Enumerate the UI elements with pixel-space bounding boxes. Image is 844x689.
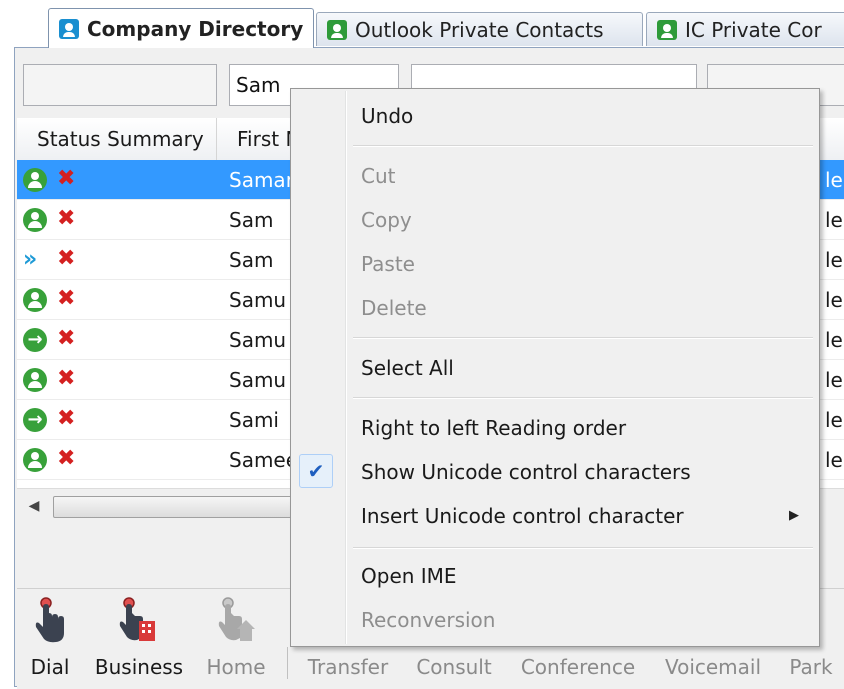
dial-hand-icon	[35, 597, 64, 643]
tab-ic-private-contacts[interactable]: IC Private Cor	[646, 12, 844, 46]
action-label: Consult	[416, 655, 492, 679]
cell-tail: le,	[825, 408, 844, 432]
menu-item-label: Reconversion	[361, 608, 496, 632]
business-button[interactable]: Business	[89, 589, 189, 689]
first-name-cell: Samu	[229, 368, 287, 392]
first-name-cell: Sami	[229, 408, 279, 432]
tab-outlook-private-contacts[interactable]: Outlook Private Contacts	[316, 12, 643, 46]
action-label: Park	[789, 655, 833, 679]
menu-item-undo[interactable]: Undo	[293, 95, 817, 137]
menu-item-label: Show Unicode control characters	[361, 460, 691, 484]
away-status-icon: →	[23, 408, 47, 432]
menu-item-label: Copy	[361, 208, 412, 232]
menu-item-open-ime[interactable]: Open IME	[293, 555, 817, 597]
menu-item-label: Right to left Reading order	[361, 416, 627, 440]
tab-label: Outlook Private Contacts	[355, 17, 604, 42]
first-name-cell: Samee	[229, 448, 299, 472]
toolbar-separator	[287, 647, 288, 679]
menu-separator	[353, 145, 813, 147]
error-x-icon: ✖	[57, 246, 76, 271]
error-x-icon: ✖	[57, 206, 76, 231]
menu-item-reconversion[interactable]: Reconversion	[293, 599, 817, 641]
tab-company-directory[interactable]: Company Directory	[48, 8, 314, 48]
action-label: Conference	[520, 655, 636, 679]
tab-label: IC Private Cor	[685, 17, 822, 42]
menu-item-select-all[interactable]: Select All	[293, 347, 817, 389]
available-status-icon	[23, 208, 47, 232]
submenu-arrow-icon: ▶	[789, 508, 799, 523]
error-x-icon: ✖	[57, 166, 76, 191]
tab-label: Company Directory	[87, 16, 304, 41]
menu-item-label: Undo	[361, 104, 414, 128]
error-x-icon: ✖	[57, 286, 76, 311]
cell-tail: le	[825, 448, 843, 472]
available-status-icon	[23, 448, 47, 472]
cell-tail: le	[825, 288, 843, 312]
available-status-icon	[23, 368, 47, 392]
business-hand-icon	[119, 597, 155, 641]
menu-item-delete[interactable]: Delete	[293, 287, 817, 329]
action-label: Voicemail	[664, 655, 762, 679]
action-label: Business	[94, 655, 184, 679]
menu-separator	[353, 547, 813, 549]
first-name-cell: Samu	[229, 328, 287, 352]
first-name-cell: Sam	[229, 208, 274, 232]
available-status-icon	[23, 168, 47, 192]
available-status-icon	[23, 288, 47, 312]
action-label: Dial	[30, 655, 70, 679]
menu-item-label: Select All	[361, 356, 454, 380]
scrollbar-thumb[interactable]	[53, 496, 305, 518]
context-menu: Undo Cut Copy Paste Delete Select All Ri…	[290, 88, 820, 647]
cell-tail: le	[825, 208, 843, 232]
column-header-status-summary[interactable]: Status Summary	[17, 118, 217, 160]
action-label: Home	[206, 655, 266, 679]
error-x-icon: ✖	[57, 366, 76, 391]
dial-button[interactable]: Dial	[21, 589, 79, 689]
error-x-icon: ✖	[57, 326, 76, 351]
scroll-left-icon[interactable]: ◀	[23, 495, 45, 517]
menu-item-copy[interactable]: Copy	[293, 199, 817, 241]
checkmark-icon: ✔	[299, 454, 333, 488]
menu-item-cut[interactable]: Cut	[293, 155, 817, 197]
cell-tail: le,	[825, 328, 844, 352]
menu-item-label: Delete	[361, 296, 427, 320]
menu-item-label: Insert Unicode control character	[361, 504, 684, 528]
cell-tail: le	[825, 368, 843, 392]
menu-separator	[353, 397, 813, 399]
menu-item-paste[interactable]: Paste	[293, 243, 817, 285]
menu-item-label: Cut	[361, 164, 396, 188]
cell-tail: le,	[825, 248, 844, 272]
first-name-cell: Sam	[229, 248, 274, 272]
away-status-icon: →	[23, 328, 47, 352]
menu-item-insert-unicode[interactable]: Insert Unicode control character ▶	[293, 495, 817, 537]
menu-item-show-unicode[interactable]: ✔ Show Unicode control characters	[293, 451, 817, 493]
menu-item-label: Open IME	[361, 564, 457, 588]
error-x-icon: ✖	[57, 446, 76, 471]
directory-icon	[59, 18, 79, 39]
home-button[interactable]: Home	[199, 589, 273, 689]
menu-item-label: Paste	[361, 252, 415, 276]
error-x-icon: ✖	[57, 406, 76, 431]
first-name-cell: Samar	[229, 168, 294, 192]
cell-tail: le	[825, 168, 843, 192]
menu-separator	[353, 337, 813, 339]
contacts-icon	[657, 19, 677, 40]
forward-status-icon: »	[23, 247, 38, 272]
home-hand-icon	[218, 597, 255, 641]
first-name-cell: Samu	[229, 288, 287, 312]
action-label: Transfer	[307, 655, 389, 679]
tab-strip: Company Directory Outlook Private Contac…	[0, 0, 844, 50]
menu-item-rtl-reading-order[interactable]: Right to left Reading order	[293, 407, 817, 449]
status-filter-field[interactable]	[23, 64, 217, 106]
contacts-icon	[327, 19, 347, 40]
